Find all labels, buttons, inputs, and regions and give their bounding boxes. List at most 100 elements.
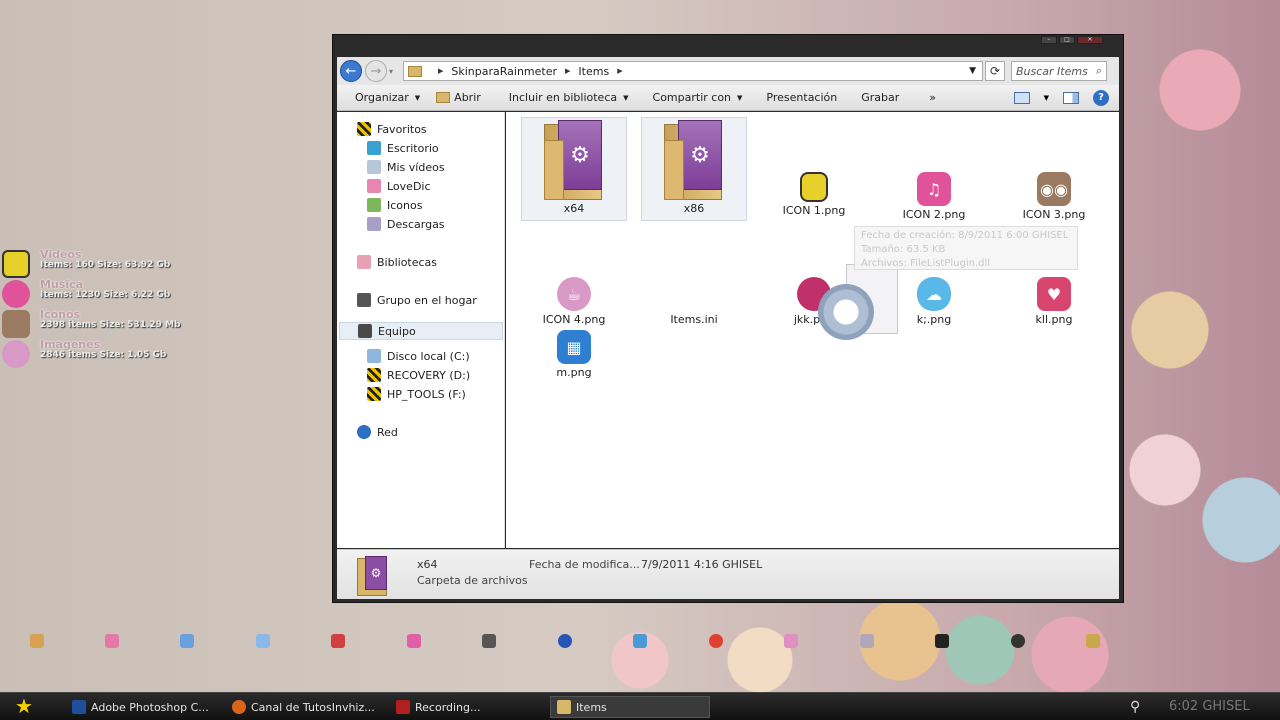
nav-label: Mis vídeos (387, 160, 445, 174)
firefox-icon (232, 700, 246, 714)
nav-videos[interactable]: Mis vídeos (367, 160, 445, 174)
forward-button[interactable]: → (365, 60, 387, 82)
file-item-icon3[interactable]: ◉◉ ICON 3.png (1001, 172, 1107, 221)
nav-lovedic[interactable]: LoveDic (367, 179, 431, 193)
close-button[interactable]: ✕ (1077, 36, 1103, 44)
search-input[interactable]: Buscar Items ⌕ (1011, 61, 1107, 81)
burn-label: Grabar (861, 91, 900, 104)
chevron-down-icon[interactable]: ▼ (1044, 94, 1049, 102)
file-item-kll[interactable]: ♥ kll.png (1001, 277, 1107, 326)
dock-folder-icon[interactable] (30, 634, 44, 648)
dock-camera-dark-icon[interactable] (935, 634, 949, 648)
chevron-right-icon[interactable]: ▶ (438, 67, 443, 75)
desktop-icon (367, 141, 381, 155)
details-type: Carpeta de archivos (417, 574, 528, 587)
dock-documents-icon[interactable] (256, 634, 270, 648)
nav-drive-c[interactable]: Disco local (C:) (367, 349, 470, 363)
skin-row-imagenes[interactable]: Imagenes 2846 items Size: 1.05 Gb (2, 339, 212, 370)
address-bar[interactable]: ▶ SkinparaRainmeter ▶ Items ▶ ▼ (403, 61, 983, 81)
task-label: Adobe Photoshop C... (91, 700, 209, 714)
preview-pane-icon[interactable] (1063, 91, 1079, 104)
dock-effects-icon[interactable] (482, 634, 496, 648)
nav-drive-d[interactable]: RECOVERY (D:) (367, 368, 470, 382)
hard-drive-icon (367, 387, 381, 401)
search-icon[interactable]: ⌕ (1096, 64, 1102, 78)
back-button[interactable]: ← (340, 60, 362, 82)
share-label: Compartir con (652, 91, 732, 104)
dock-chrome-icon[interactable] (709, 634, 723, 648)
share-button[interactable]: Compartir con ▼ (637, 91, 751, 104)
more-button[interactable]: » (907, 91, 944, 104)
nav-homegroup[interactable]: Grupo en el hogar (357, 293, 477, 307)
file-item-icon1[interactable]: ICON 1.png (761, 172, 867, 217)
file-item-items-ini[interactable]: Items.ini (641, 277, 747, 326)
nav-network[interactable]: Red (357, 425, 398, 439)
file-name: ICON 2.png (902, 208, 966, 221)
dock-paint-icon[interactable] (180, 634, 194, 648)
nav-label: Disco local (C:) (387, 349, 470, 363)
nav-computer[interactable]: Equipo (339, 322, 503, 340)
task-items[interactable]: Items (550, 696, 710, 718)
folder-icon: ⚙ (542, 120, 606, 202)
chevron-down-icon: ▼ (414, 93, 421, 102)
library-label: Incluir en biblioteca (508, 91, 618, 104)
clock[interactable]: 6:02 GHISEL (1169, 699, 1250, 714)
presentation-button[interactable]: Presentación (750, 91, 845, 104)
teacup-icon: ☕ (557, 277, 591, 311)
file-item-m[interactable]: ▦ m.png (521, 330, 627, 379)
nav-drive-f[interactable]: HP_TOOLS (F:) (367, 387, 466, 401)
dock-flower-icon[interactable] (784, 634, 798, 648)
folder-item-x86[interactable]: ⚙ x86 (641, 117, 747, 221)
skin-row-musica[interactable]: Musica Items: 1230 Size: 6.22 Gb (2, 279, 212, 310)
nav-icons[interactable]: Iconos (367, 198, 422, 212)
minimize-button[interactable]: – (1041, 36, 1057, 44)
file-name: x64 (563, 202, 585, 215)
burn-button[interactable]: Grabar (845, 91, 907, 104)
chevron-right-icon[interactable]: ▶ (617, 67, 622, 75)
nav-downloads[interactable]: Descargas (367, 217, 445, 231)
task-firefox[interactable]: Canal de TutosInvhiz... (226, 696, 382, 718)
file-item-icon4[interactable]: ☕ ICON 4.png (521, 277, 627, 326)
dock-pencil-icon[interactable] (1086, 634, 1100, 648)
skin-row-videos[interactable]: Videos Items: 160 Size: 63.92 Gb (2, 249, 212, 280)
dock-music-icon[interactable] (407, 634, 421, 648)
dock-globe-icon[interactable] (558, 634, 572, 648)
rainmeter-skin: Videos Items: 160 Size: 63.92 Gb Musica … (2, 249, 212, 370)
open-button[interactable]: Abrir (428, 91, 489, 104)
dock-recycle-icon[interactable] (860, 634, 874, 648)
maximize-button[interactable]: □ (1059, 36, 1075, 44)
breadcrumb-item[interactable]: Items (578, 65, 609, 78)
nav-libraries[interactable]: Bibliotecas (357, 255, 437, 269)
help-icon[interactable]: ? (1093, 89, 1109, 106)
file-item-icon2[interactable]: ♫ ICON 2.png (881, 172, 987, 221)
explorer-window: – □ ✕ ← → ▾ ▶ SkinparaRainmeter ▶ Items … (332, 34, 1124, 603)
dock-chat-icon[interactable] (1011, 634, 1025, 648)
task-photoshop[interactable]: Adobe Photoshop C... (66, 696, 216, 718)
details-name: x64 (417, 558, 438, 571)
dock-camera-icon[interactable] (105, 634, 119, 648)
folder-icon: ⚙ (662, 120, 726, 202)
details-modified-value: 7/9/2011 4:16 GHISEL (641, 558, 763, 571)
task-label: Canal de TutosInvhiz... (251, 700, 375, 714)
change-view-icon[interactable] (1013, 91, 1030, 104)
start-star-icon[interactable]: ★ (10, 695, 38, 719)
dock-app-icon[interactable] (331, 634, 345, 648)
task-recording[interactable]: Recording... (390, 696, 540, 718)
refresh-button[interactable]: ⟳ (985, 61, 1005, 81)
libraries-icon (357, 255, 371, 269)
include-library-button[interactable]: Incluir en biblioteca ▼ (489, 91, 637, 104)
videos-icon (2, 250, 30, 278)
network-tray-icon[interactable]: ⚲ (1130, 699, 1140, 715)
folder-icon: ⚙ (357, 556, 391, 596)
nav-desktop[interactable]: Escritorio (367, 141, 439, 155)
recent-pages-dropdown[interactable]: ▾ (389, 67, 399, 76)
nav-favorites[interactable]: Favoritos (357, 122, 427, 136)
skin-row-iconos[interactable]: Iconos 2398 items Size: 531.29 Mb (2, 309, 212, 340)
folder-item-x64[interactable]: ⚙ x64 (521, 117, 627, 221)
skin-info: Items: 1230 Size: 6.22 Gb (40, 290, 171, 300)
breadcrumb-item[interactable]: SkinparaRainmeter (451, 65, 557, 78)
chevron-right-icon[interactable]: ▶ (565, 67, 570, 75)
organize-button[interactable]: Organizar ▼ (337, 91, 428, 104)
dock-feather-icon[interactable] (633, 634, 647, 648)
address-dropdown-icon[interactable]: ▼ (969, 66, 976, 76)
